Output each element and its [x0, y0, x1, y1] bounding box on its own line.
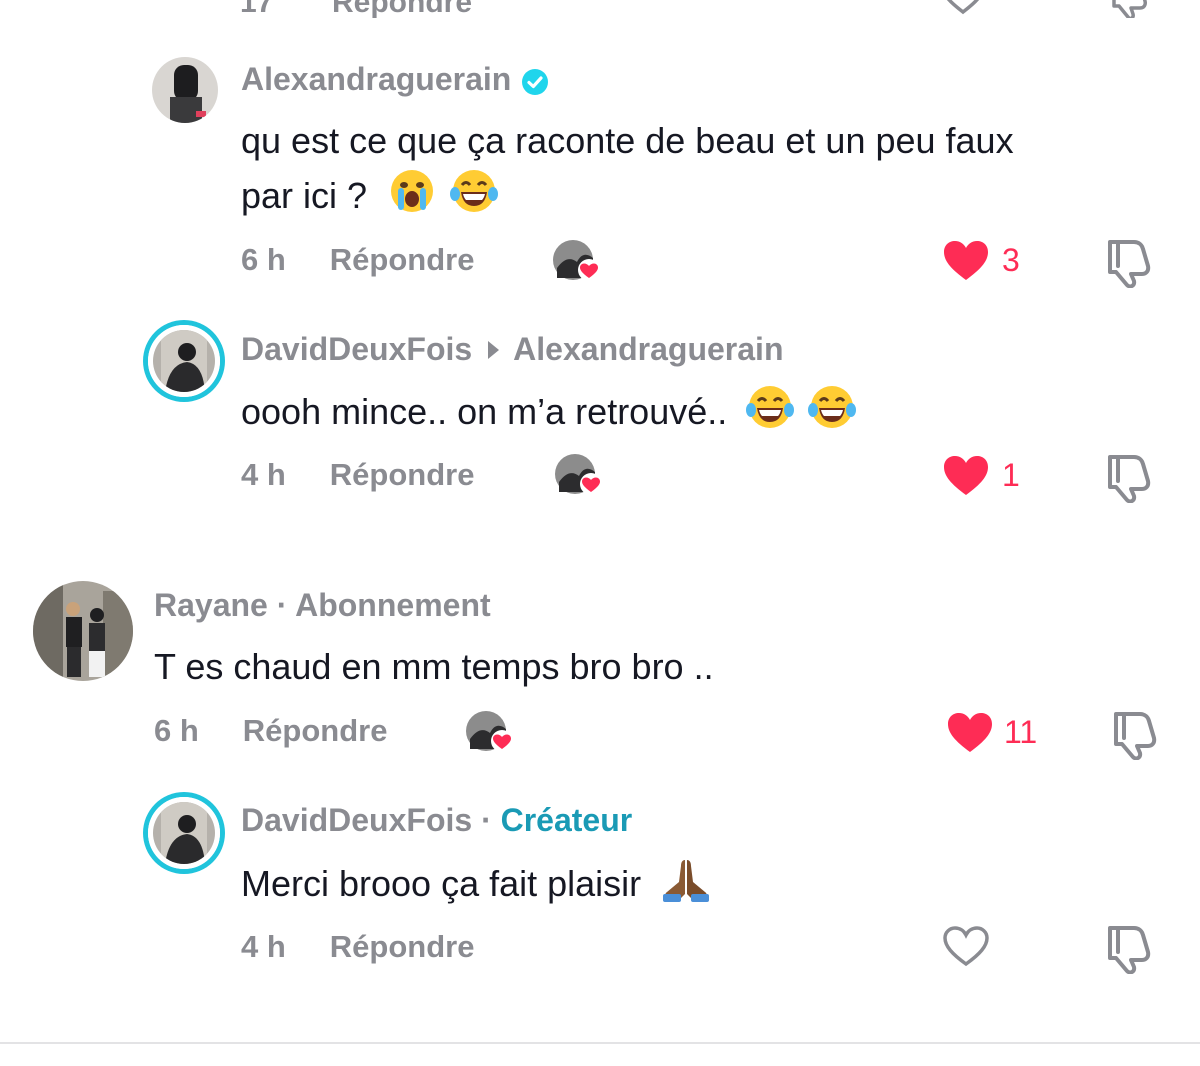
comment-meta: 6 h Répondre — [241, 242, 474, 278]
creator-tag: Créateur — [500, 802, 633, 838]
reply-button[interactable]: Répondre — [330, 457, 475, 493]
comment-text-line: par ici ? — [241, 168, 1181, 229]
heart-filled-icon — [944, 456, 988, 495]
reply-arrow-icon — [488, 341, 500, 360]
comment-text: Merci brooo ça fait plaisir — [241, 856, 713, 917]
comment-text-line: qu est ce que ça raconte de beau et un p… — [241, 120, 1014, 161]
comment-meta: 4 h Répondre — [241, 929, 474, 965]
like-count: 11 — [1004, 714, 1038, 750]
dislike-icon[interactable] — [1110, 708, 1162, 760]
username[interactable]: Alexandraguerain — [241, 61, 511, 97]
comment-meta: 6 h Répondre — [154, 713, 387, 749]
comment-time: 4 h — [241, 457, 286, 492]
divider — [0, 1042, 1200, 1044]
comment-text-part: Merci brooo ça fait plaisir — [241, 863, 642, 905]
reply-button[interactable]: Répondre — [330, 242, 475, 278]
separator: · — [276, 587, 288, 623]
creator-liked-avatar — [464, 709, 513, 755]
following-tag: Abonnement — [295, 587, 491, 623]
comment-header: DavidDeuxFois · Créateur — [241, 802, 632, 839]
previous-reply-button[interactable]: Répondre — [332, 0, 472, 20]
laughing-tears-emoji — [745, 384, 795, 445]
laughing-tears-emoji — [807, 384, 857, 445]
separator: · — [481, 802, 492, 838]
avatar-with-story-ring[interactable] — [148, 797, 220, 869]
comment-header: Rayane · Abonnement — [154, 587, 491, 624]
heart-filled-icon — [948, 713, 992, 752]
avatar[interactable] — [152, 57, 218, 123]
heart-filled-icon — [944, 241, 988, 280]
comment-text: qu est ce que ça raconte de beau et un p… — [241, 114, 1181, 229]
reply-to-username[interactable]: Alexandraguerain — [513, 331, 783, 367]
dislike-icon[interactable] — [1104, 922, 1156, 974]
previous-comment-time: 17 — [240, 0, 274, 19]
creator-liked-avatar — [551, 238, 600, 284]
laughing-tears-emoji — [449, 168, 499, 229]
reply-button[interactable]: Répondre — [330, 929, 475, 965]
comment-text: oooh mince.. on m’a retrouvé.. — [241, 384, 857, 445]
verified-badge-icon — [522, 68, 549, 95]
comment-text-part: par ici ? — [241, 175, 368, 217]
comment-meta: 4 h Répondre — [241, 457, 474, 493]
comment-time: 4 h — [241, 929, 286, 964]
comment-time: 6 h — [154, 713, 199, 748]
folded-hands-emoji — [659, 856, 713, 917]
avatar-with-story-ring[interactable] — [148, 325, 220, 397]
dislike-icon[interactable] — [1104, 236, 1156, 288]
comment-text-part: oooh mince.. on m’a retrouvé.. — [241, 391, 728, 433]
like-count: 3 — [1002, 242, 1020, 278]
reply-button[interactable]: Répondre — [243, 713, 388, 749]
creator-liked-avatar — [553, 452, 602, 498]
like-count: 1 — [1002, 457, 1020, 493]
like-button[interactable]: 11 — [946, 712, 1037, 759]
dislike-icon[interactable] — [1108, 0, 1152, 18]
like-button[interactable]: 3 — [942, 240, 1020, 287]
like-button[interactable]: 1 — [942, 455, 1020, 502]
username[interactable]: DavidDeuxFois — [241, 331, 472, 367]
comment-text: T es chaud en mm temps bro bro .. — [154, 646, 714, 687]
username[interactable]: DavidDeuxFois — [241, 802, 472, 838]
comment-header: Alexandraguerain — [241, 61, 549, 98]
comment-header: DavidDeuxFois Alexandraguerain — [241, 331, 783, 368]
comment-time: 6 h — [241, 242, 286, 277]
crying-face-emoji — [389, 168, 435, 229]
avatar[interactable] — [33, 581, 133, 681]
like-button[interactable] — [942, 926, 990, 973]
username[interactable]: Rayane — [154, 587, 268, 623]
heart-outline-icon — [943, 926, 989, 967]
dislike-icon[interactable] — [1104, 451, 1156, 503]
previous-comment-meta: 17 Répondre — [240, 0, 1180, 19]
heart-outline-icon[interactable] — [940, 0, 986, 16]
